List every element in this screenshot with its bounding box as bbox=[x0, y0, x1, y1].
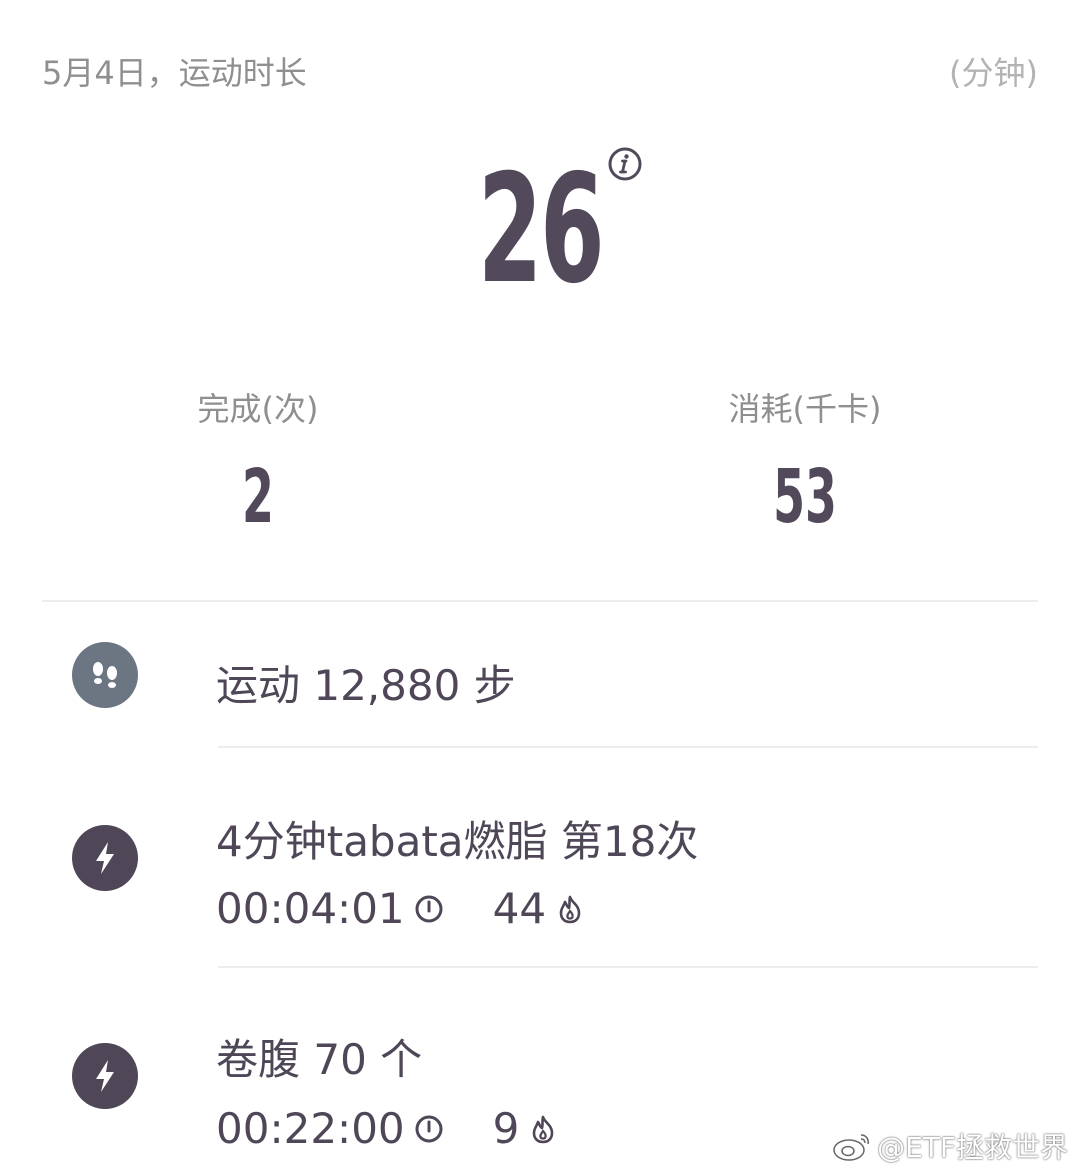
calories-label: 消耗(千卡) bbox=[728, 390, 882, 428]
row-divider bbox=[218, 966, 1038, 968]
calories-value: 53 bbox=[773, 454, 837, 540]
crunches-title: 卷腹 70 个 bbox=[216, 1035, 423, 1084]
flame-icon bbox=[533, 1115, 554, 1143]
steps-title: 运动 12,880 步 bbox=[216, 661, 516, 710]
header-unit-label: (分钟) bbox=[949, 54, 1038, 92]
watermark-text: @ETF拯救世界 bbox=[877, 1131, 1068, 1164]
row-divider bbox=[218, 746, 1038, 748]
info-icon[interactable] bbox=[606, 145, 644, 183]
header-date-label: 5月4日，运动时长 bbox=[42, 54, 307, 92]
lightning-icon bbox=[72, 1043, 138, 1109]
timer-icon bbox=[415, 1115, 443, 1142]
total-minutes-value: 26 bbox=[477, 143, 605, 317]
tabata-calories: 44 bbox=[492, 884, 547, 933]
crunches-duration: 00:22:00 bbox=[216, 1104, 405, 1153]
weibo-watermark: @ETF拯救世界 bbox=[831, 1126, 1068, 1166]
timer-icon bbox=[415, 895, 443, 922]
footsteps-icon bbox=[72, 642, 138, 708]
weibo-icon bbox=[833, 1134, 870, 1161]
flame-icon bbox=[559, 895, 581, 923]
tabata-duration: 00:04:01 bbox=[216, 884, 405, 933]
summary-divider bbox=[42, 600, 1038, 602]
completed-count-value: 2 bbox=[242, 454, 274, 540]
tabata-title: 4分钟tabata燃脂 第18次 bbox=[216, 817, 699, 866]
lightning-icon bbox=[72, 825, 138, 891]
crunches-calories: 9 bbox=[492, 1104, 520, 1153]
completed-count-label: 完成(次) bbox=[197, 390, 319, 428]
